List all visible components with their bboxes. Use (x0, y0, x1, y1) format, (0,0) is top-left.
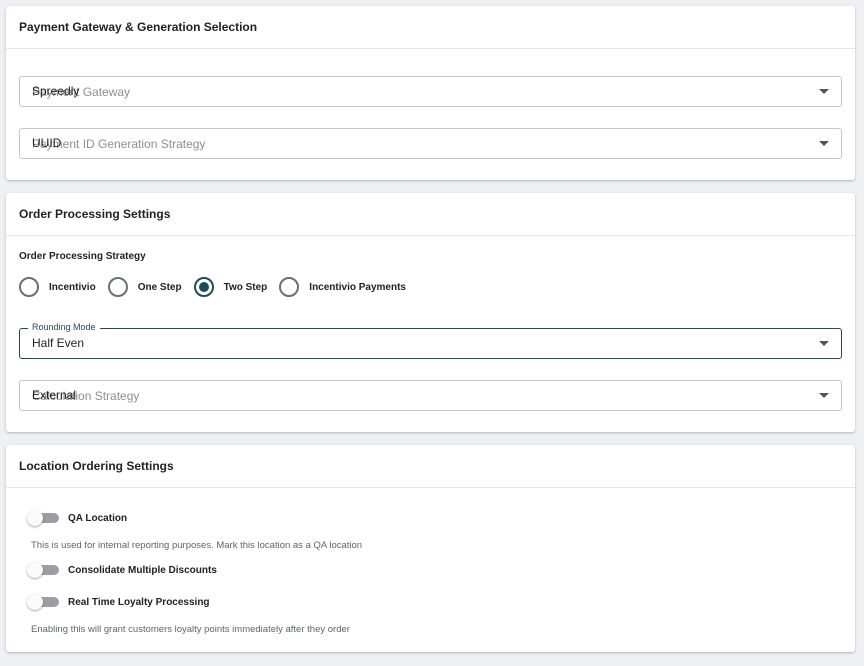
radio-label: Incentivio Payments (309, 281, 406, 293)
qa-location-row: QA Location (27, 510, 127, 526)
radio-option-incentivio-payments[interactable]: Incentivio Payments (279, 277, 406, 297)
radio-unchecked-icon (19, 277, 39, 297)
toggle-thumb (27, 562, 43, 578)
location-ordering-card: Location Ordering Settings QA Location T… (6, 445, 855, 652)
toggle-thumb (27, 510, 43, 526)
loyalty-processing-label: Real Time Loyalty Processing (68, 596, 210, 608)
rounding-mode-select[interactable]: Rounding Mode Half Even (19, 322, 842, 359)
chevron-down-icon (819, 341, 829, 346)
payment-card-title: Payment Gateway & Generation Selection (6, 6, 855, 49)
chevron-down-icon (819, 141, 829, 146)
loyalty-processing-toggle[interactable] (27, 594, 59, 610)
qa-location-label: QA Location (68, 512, 128, 524)
toggle-thumb (27, 594, 43, 610)
qa-location-toggle[interactable] (27, 510, 59, 526)
payment-gateway-select[interactable]: Payment Gateway Spreedly (19, 76, 842, 107)
loyalty-processing-row: Real Time Loyalty Processing (27, 594, 210, 610)
rounding-mode-value: Half Even (32, 336, 85, 350)
payment-gateway-value: Spreedly (32, 84, 80, 98)
payment-id-strategy-value: UUID (32, 136, 62, 150)
radio-label: One Step (137, 281, 182, 293)
calculation-strategy-value: External (32, 388, 77, 402)
order-strategy-radio-group: Incentivio One Step Two Step Incentivio Pay… (19, 277, 418, 297)
payment-gateway-card: Payment Gateway & Generation Selection P… (6, 6, 855, 180)
radio-option-two-step[interactable]: Two Step (193, 277, 268, 297)
radio-option-one-step[interactable]: One Step (107, 277, 182, 297)
chevron-down-icon (819, 89, 829, 94)
chevron-down-icon (819, 393, 829, 398)
order-card-title: Order Processing Settings (6, 193, 855, 236)
radio-option-incentivio[interactable]: Incentivio (19, 277, 96, 297)
consolidate-discounts-row: Consolidate Multiple Discounts (27, 562, 217, 578)
consolidate-discounts-toggle[interactable] (27, 562, 59, 578)
payment-id-strategy-select[interactable]: Payment ID Generation Strategy UUID (19, 128, 842, 159)
qa-location-helper: This is used for internal reporting purp… (31, 540, 363, 551)
radio-unchecked-icon (279, 277, 300, 297)
loyalty-processing-helper: Enabling this will grant customers loyal… (31, 624, 350, 635)
consolidate-discounts-label: Consolidate Multiple Discounts (68, 564, 217, 576)
rounding-mode-label: Rounding Mode (28, 322, 100, 332)
location-card-title: Location Ordering Settings (6, 445, 855, 488)
order-processing-card: Order Processing Settings Order Processi… (6, 193, 855, 432)
radio-checked-icon (193, 277, 214, 297)
radio-label: Two Step (223, 281, 268, 293)
radio-unchecked-icon (107, 277, 128, 297)
calculation-strategy-select[interactable]: Calculation Strategy External (19, 380, 842, 411)
radio-label: Incentivio (49, 281, 96, 293)
order-strategy-label: Order Processing Strategy (19, 251, 146, 262)
